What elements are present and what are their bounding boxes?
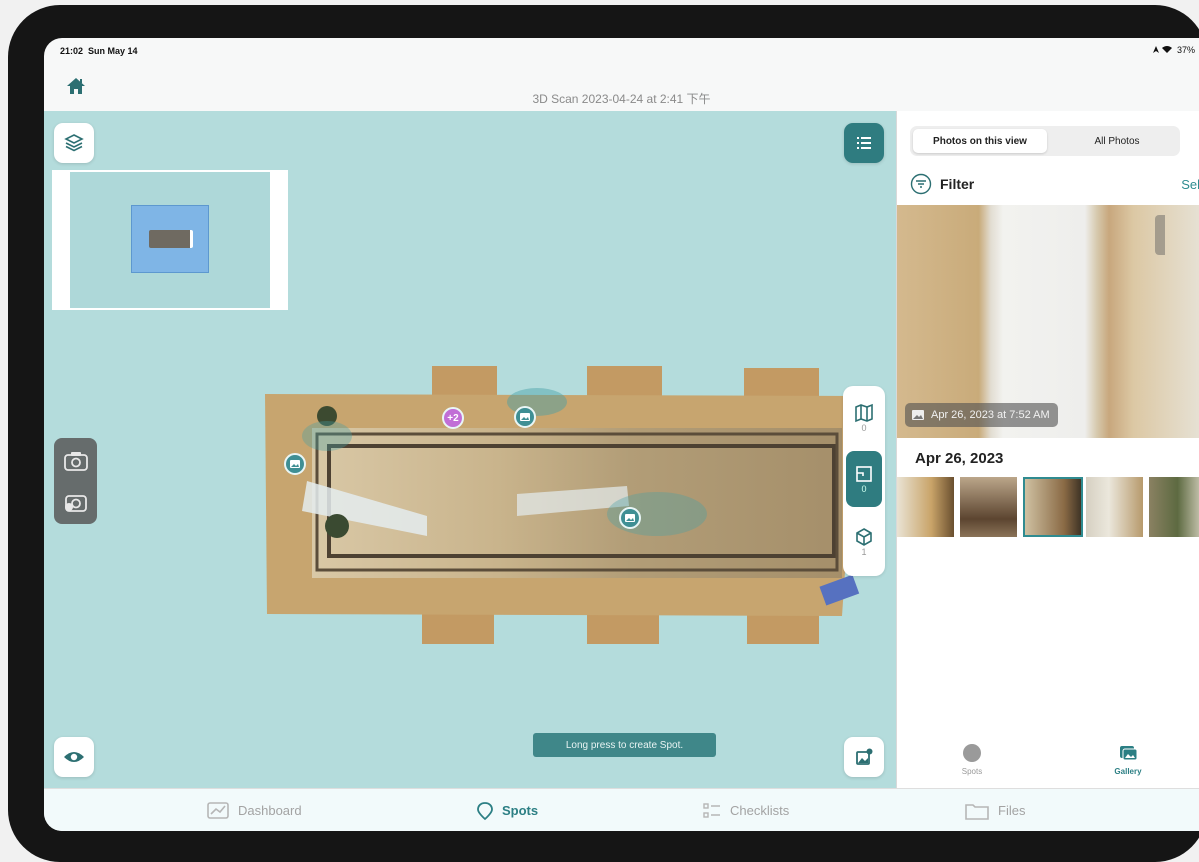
minimap-scan-thumbnail [149, 230, 193, 248]
panel-tab-spots[interactable]: Spots [927, 743, 1017, 783]
filter-button[interactable]: Filter [910, 173, 974, 195]
photo-spot-pin[interactable] [284, 453, 306, 475]
capture-photo-button[interactable] [63, 450, 89, 477]
photo-thumbnail[interactable] [1149, 477, 1199, 537]
photo-thumbnail-strip [897, 477, 1199, 537]
folder-icon [965, 803, 989, 820]
photos-panel: Photos on this view All Photos Filter Se… [896, 111, 1199, 788]
panel-tab-gallery[interactable]: Gallery [1083, 743, 1173, 783]
floor-scan-model[interactable] [217, 366, 867, 646]
list-icon [857, 137, 871, 149]
minimap-margin-right [270, 172, 286, 308]
tab-all-photos[interactable]: All Photos [1050, 129, 1184, 153]
photo-group-date: Apr 26, 2023 [915, 450, 1004, 467]
image-icon [625, 514, 635, 522]
spots-dot-icon [963, 744, 981, 762]
minimap[interactable] [52, 170, 288, 310]
camera-icon [64, 452, 88, 471]
view-mode-panel: 0 0 1 [843, 386, 885, 576]
status-battery: 37% [1152, 45, 1195, 55]
list-view-button[interactable] [844, 123, 884, 163]
view-mode-map-count: 0 [861, 423, 867, 433]
photo-spot-pin[interactable] [619, 507, 641, 529]
photo-thumbnail[interactable] [960, 477, 1020, 537]
floor-map-canvas[interactable]: +2 0 0 1 Long press to create Spot. [44, 111, 896, 788]
image-icon [290, 460, 300, 468]
scan-title: 3D Scan 2023-04-24 at 2:41 下午 [532, 92, 711, 106]
bottom-navigation: Dashboard Spots Checklists Files [44, 788, 1199, 831]
checklist-icon [703, 802, 720, 818]
wifi-location-icon [1153, 46, 1173, 53]
camera-plus-icon [65, 495, 87, 512]
nav-spots[interactable]: Spots [476, 789, 538, 831]
photo-spot-pin[interactable] [514, 406, 536, 428]
nav-checklists[interactable]: Checklists [702, 789, 789, 831]
layers-icon [64, 134, 84, 152]
minimap-viewport[interactable] [131, 205, 209, 273]
photo-thumbnail[interactable] [1086, 477, 1146, 537]
app-screen: 21:02 Sun May 14 37% 3D Scan 2023-04-24 … [44, 38, 1199, 831]
nav-dashboard[interactable]: Dashboard [206, 789, 302, 831]
cube-icon [856, 528, 872, 546]
capture-spot-photo-button[interactable] [63, 490, 89, 519]
nav-files[interactable]: Files [964, 789, 1025, 831]
view-mode-floorplan-count: 0 [861, 484, 867, 494]
filter-label: Filter [940, 176, 975, 192]
photo-thumbnail-selected[interactable] [1023, 477, 1083, 537]
visibility-button[interactable] [54, 737, 94, 777]
image-icon [520, 413, 530, 421]
location-pin-icon [477, 801, 493, 820]
floorplan-icon [856, 466, 872, 482]
photo-scope-segmented: Photos on this view All Photos [910, 126, 1180, 156]
camera-control-panel [54, 438, 97, 524]
view-mode-floorplan[interactable]: 0 [846, 451, 882, 507]
map-icon [855, 403, 873, 423]
hint-toast: Long press to create Spot. [533, 733, 716, 757]
layers-button[interactable] [54, 123, 94, 163]
image-edit-button[interactable] [844, 737, 884, 777]
status-time: 21:02 Sun May 14 [60, 46, 138, 56]
view-mode-3d-count: 1 [861, 547, 867, 557]
spot-cluster-pin[interactable]: +2 [442, 407, 464, 429]
image-edit-icon [856, 748, 873, 765]
scan-rooms [265, 366, 860, 644]
view-mode-3d[interactable]: 1 [846, 514, 882, 570]
eye-icon [64, 752, 84, 762]
tab-photos-on-view[interactable]: Photos on this view [913, 129, 1047, 153]
photo-timestamp: Apr 26, 2023 at 7:52 AM [905, 403, 1058, 427]
image-icon [912, 410, 924, 420]
gallery-icon [1120, 746, 1138, 761]
view-mode-map[interactable]: 0 [846, 390, 882, 446]
minimap-margin-left [54, 172, 70, 308]
photo-thumbnail[interactable] [897, 477, 957, 537]
filter-icon [910, 173, 932, 195]
photo-menu-handle[interactable] [1155, 215, 1165, 255]
select-button[interactable]: Sel [1181, 177, 1199, 192]
chart-icon [207, 801, 229, 819]
